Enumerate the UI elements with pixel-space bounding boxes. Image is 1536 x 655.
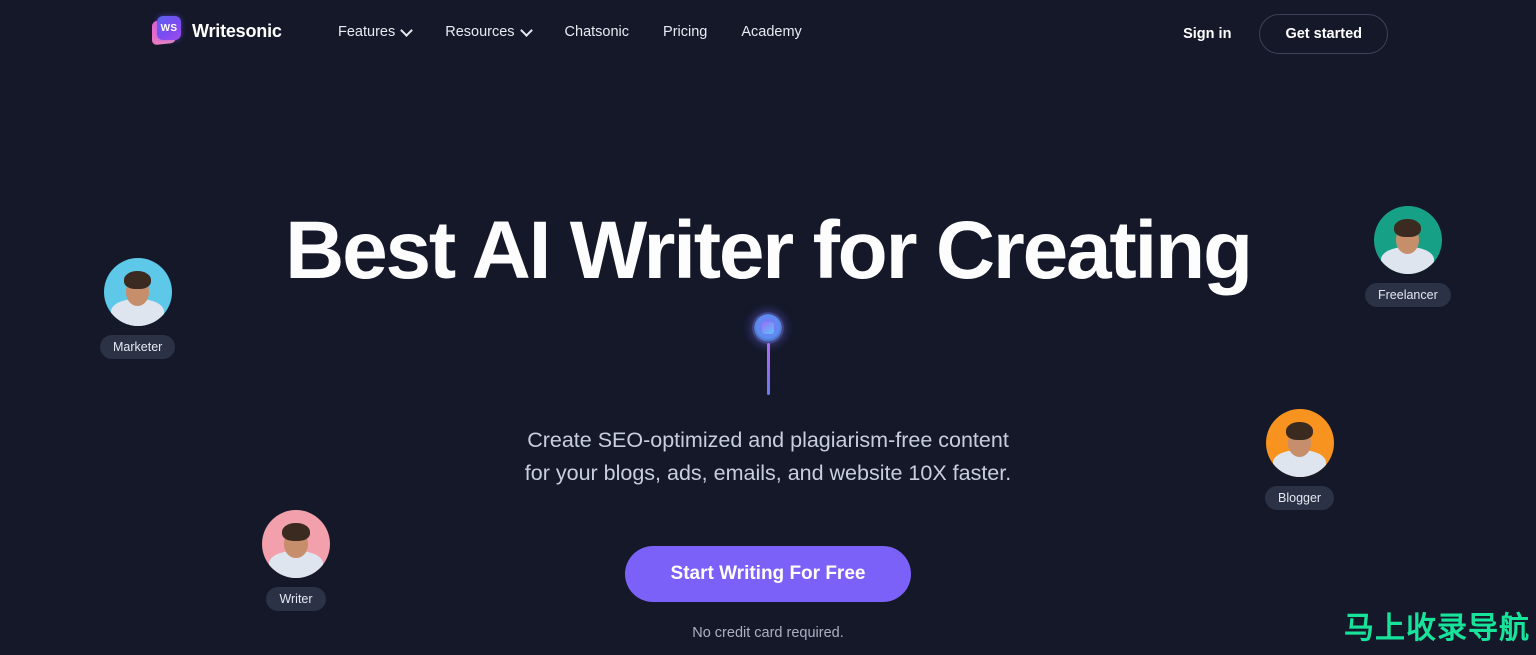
avatar [1265,409,1334,477]
persona-marketer[interactable]: Marketer [100,258,176,359]
cta-container: Start Writing For Free [0,546,1536,602]
top-navigation-bar: WS Writesonic Features Resources Chatson… [0,0,1536,66]
nav-item-chatsonic[interactable]: Chatsonic [565,24,629,40]
landing-page: WS Writesonic Features Resources Chatson… [0,0,1536,655]
collaborator-cursor [750,314,788,395]
nav-item-pricing[interactable]: Pricing [663,24,707,40]
logo-face-layer: WS [157,16,181,40]
site-watermark: 马上收录导航 [1344,611,1530,646]
nav-actions: Sign in Get started [1183,14,1388,54]
nav-item-features[interactable]: Features [338,24,411,40]
persona-freelancer[interactable]: Freelancer [1365,206,1451,307]
chevron-down-icon [402,26,411,35]
page-title: Best AI Writer for Creating [285,205,1253,296]
get-started-button[interactable]: Get started [1259,14,1388,54]
start-writing-for-free-button[interactable]: Start Writing For Free [624,546,912,602]
no-credit-card-note: No credit card required. [692,625,844,641]
sign-in-link[interactable]: Sign in [1183,26,1231,42]
nav-item-academy[interactable]: Academy [741,24,801,40]
writesonic-logo-icon: WS [152,16,182,46]
persona-blogger[interactable]: Blogger [1265,409,1335,510]
persona-label: Marketer [100,335,176,359]
nav-item-features-label: Features [338,24,396,40]
chevron-down-icon [522,26,531,35]
avatar [103,258,172,326]
brand-name: Writesonic [192,20,282,41]
cursor-avatar-icon [754,314,782,342]
cursor-pointer-line [767,343,770,395]
avatar [1373,206,1442,274]
nav-item-resources[interactable]: Resources [445,24,530,40]
persona-label: Writer [266,587,326,611]
avatar [262,510,330,578]
nav-item-resources-label: Resources [445,24,515,40]
persona-writer[interactable]: Writer [262,510,330,611]
persona-label: Blogger [1265,486,1335,510]
nav-links: Features Resources Chatsonic Pricing Aca… [338,24,802,40]
persona-label: Freelancer [1365,283,1451,307]
brand-logo[interactable]: WS Writesonic [152,16,282,46]
logo-mark-text: WS [160,22,178,34]
